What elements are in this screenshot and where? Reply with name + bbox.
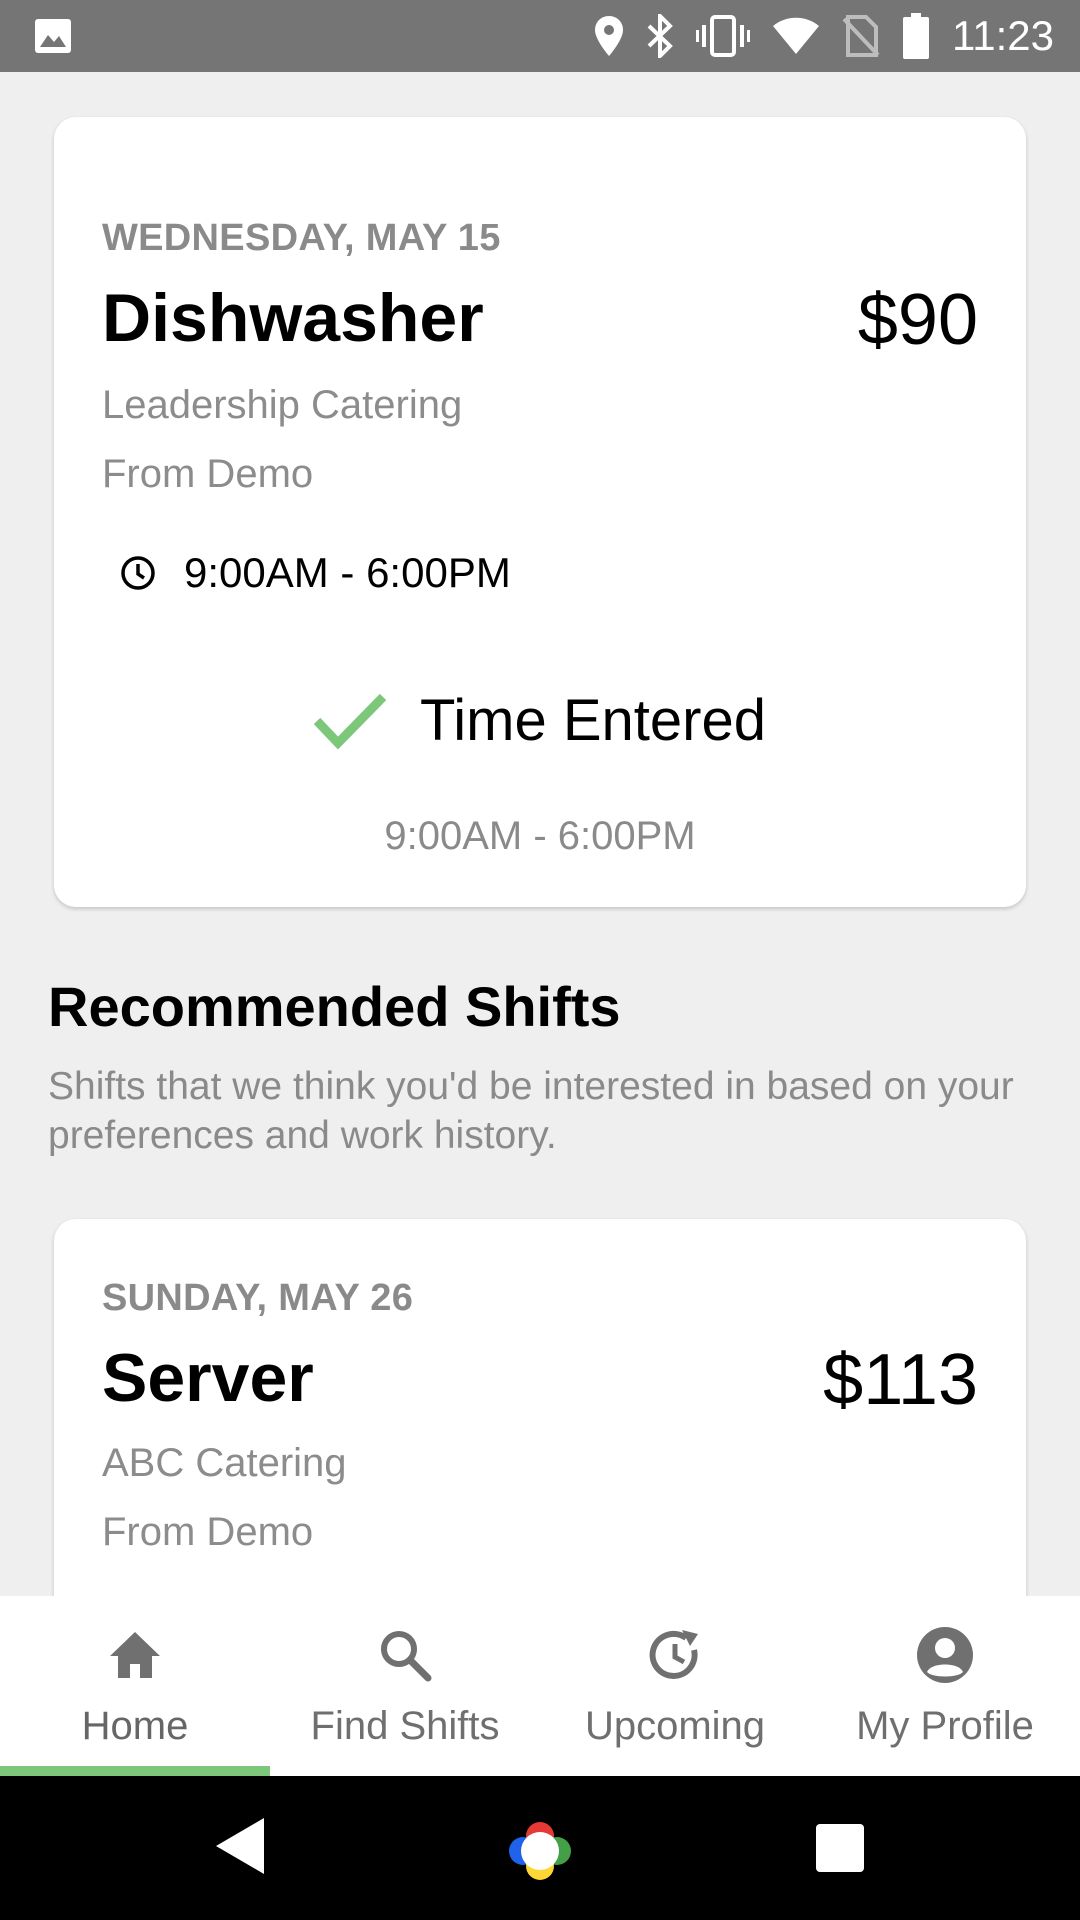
time-entered-status: Time Entered — [54, 687, 1026, 754]
nav-my-profile-label: My Profile — [856, 1704, 1034, 1748]
shift-date: SUNDAY, MAY 26 — [102, 1277, 414, 1319]
recommended-shift-card[interactable]: SUNDAY, MAY 26 Server $113 ABC Catering … — [54, 1219, 1026, 1596]
time-entered-label: Time Entered — [420, 688, 766, 753]
checkmark-icon — [314, 693, 386, 749]
bluetooth-icon — [647, 14, 673, 58]
nav-find-shifts-label: Find Shifts — [310, 1704, 500, 1748]
status-bar: 11:23 — [0, 0, 1080, 72]
nav-my-profile[interactable]: My Profile — [810, 1596, 1080, 1776]
nav-home[interactable]: Home — [0, 1596, 270, 1776]
recents-icon[interactable] — [816, 1824, 864, 1872]
home-icon — [110, 1632, 160, 1678]
shift-time-row: 9:00AM - 6:00PM — [120, 549, 511, 597]
history-icon — [649, 1630, 698, 1679]
shift-role: Dishwasher — [102, 280, 484, 356]
recommended-shifts-title: Recommended Shifts — [48, 975, 621, 1038]
back-icon[interactable] — [214, 1816, 266, 1876]
current-shift-card[interactable]: WEDNESDAY, MAY 15 Dishwasher $90 Leaders… — [54, 117, 1026, 907]
profile-icon — [917, 1627, 973, 1683]
system-navigation-bar — [0, 1776, 1080, 1920]
shift-time-range: 9:00AM - 6:00PM — [184, 549, 511, 596]
shift-company: Leadership Catering — [102, 383, 463, 427]
nav-home-label: Home — [81, 1704, 189, 1748]
vibrate-icon — [696, 15, 750, 57]
clock-time: 11:23 — [952, 12, 1054, 59]
nav-find-shifts[interactable]: Find Shifts — [270, 1596, 540, 1776]
recommended-shifts-description: Shifts that we think you'd be interested… — [48, 1065, 1014, 1157]
assistant-home-icon[interactable] — [505, 1818, 575, 1884]
shift-source: From Demo — [102, 452, 314, 496]
entered-time-range: 9:00AM - 6:00PM — [384, 814, 696, 858]
home-feed[interactable]: WEDNESDAY, MAY 15 Dishwasher $90 Leaders… — [0, 72, 1080, 1596]
wifi-icon — [773, 17, 819, 54]
shift-source: From Demo — [102, 1510, 314, 1554]
nav-upcoming[interactable]: Upcoming — [540, 1596, 810, 1776]
search-icon — [381, 1631, 432, 1682]
battery-icon — [903, 13, 929, 59]
location-icon — [595, 16, 623, 56]
nav-upcoming-label: Upcoming — [584, 1704, 766, 1748]
shift-role: Server — [102, 1340, 314, 1416]
shift-pay: $113 — [823, 1340, 978, 1420]
bottom-navigation: Home Find Shifts Upcoming My Profile — [0, 1596, 1080, 1776]
shift-date: WEDNESDAY, MAY 15 — [102, 217, 501, 259]
no-sim-icon — [842, 15, 880, 57]
image-icon — [35, 19, 71, 53]
shift-pay: $90 — [857, 280, 978, 360]
clock-icon — [121, 556, 155, 590]
shift-company: ABC Catering — [102, 1441, 347, 1485]
